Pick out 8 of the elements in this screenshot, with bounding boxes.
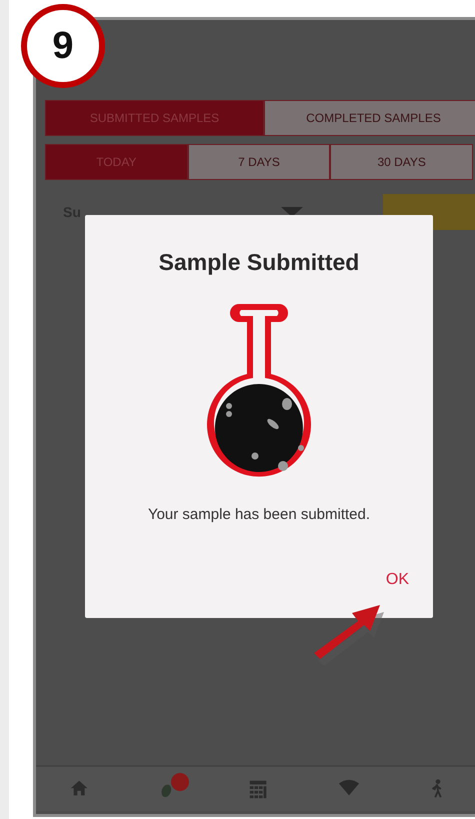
- ok-button[interactable]: OK: [380, 566, 415, 594]
- caret-icon[interactable]: [280, 206, 303, 217]
- step-number: 9: [21, 4, 105, 88]
- dialog-title: Sample Submitted: [158, 248, 360, 277]
- period-tab[interactable]: 30 DAYS: [330, 144, 474, 180]
- dialog-message: Your sample has been submitted.: [148, 504, 370, 524]
- period-tab[interactable]: 7 DAYS: [188, 144, 330, 180]
- tab[interactable]: COMPLETED SAMPLES: [264, 100, 475, 136]
